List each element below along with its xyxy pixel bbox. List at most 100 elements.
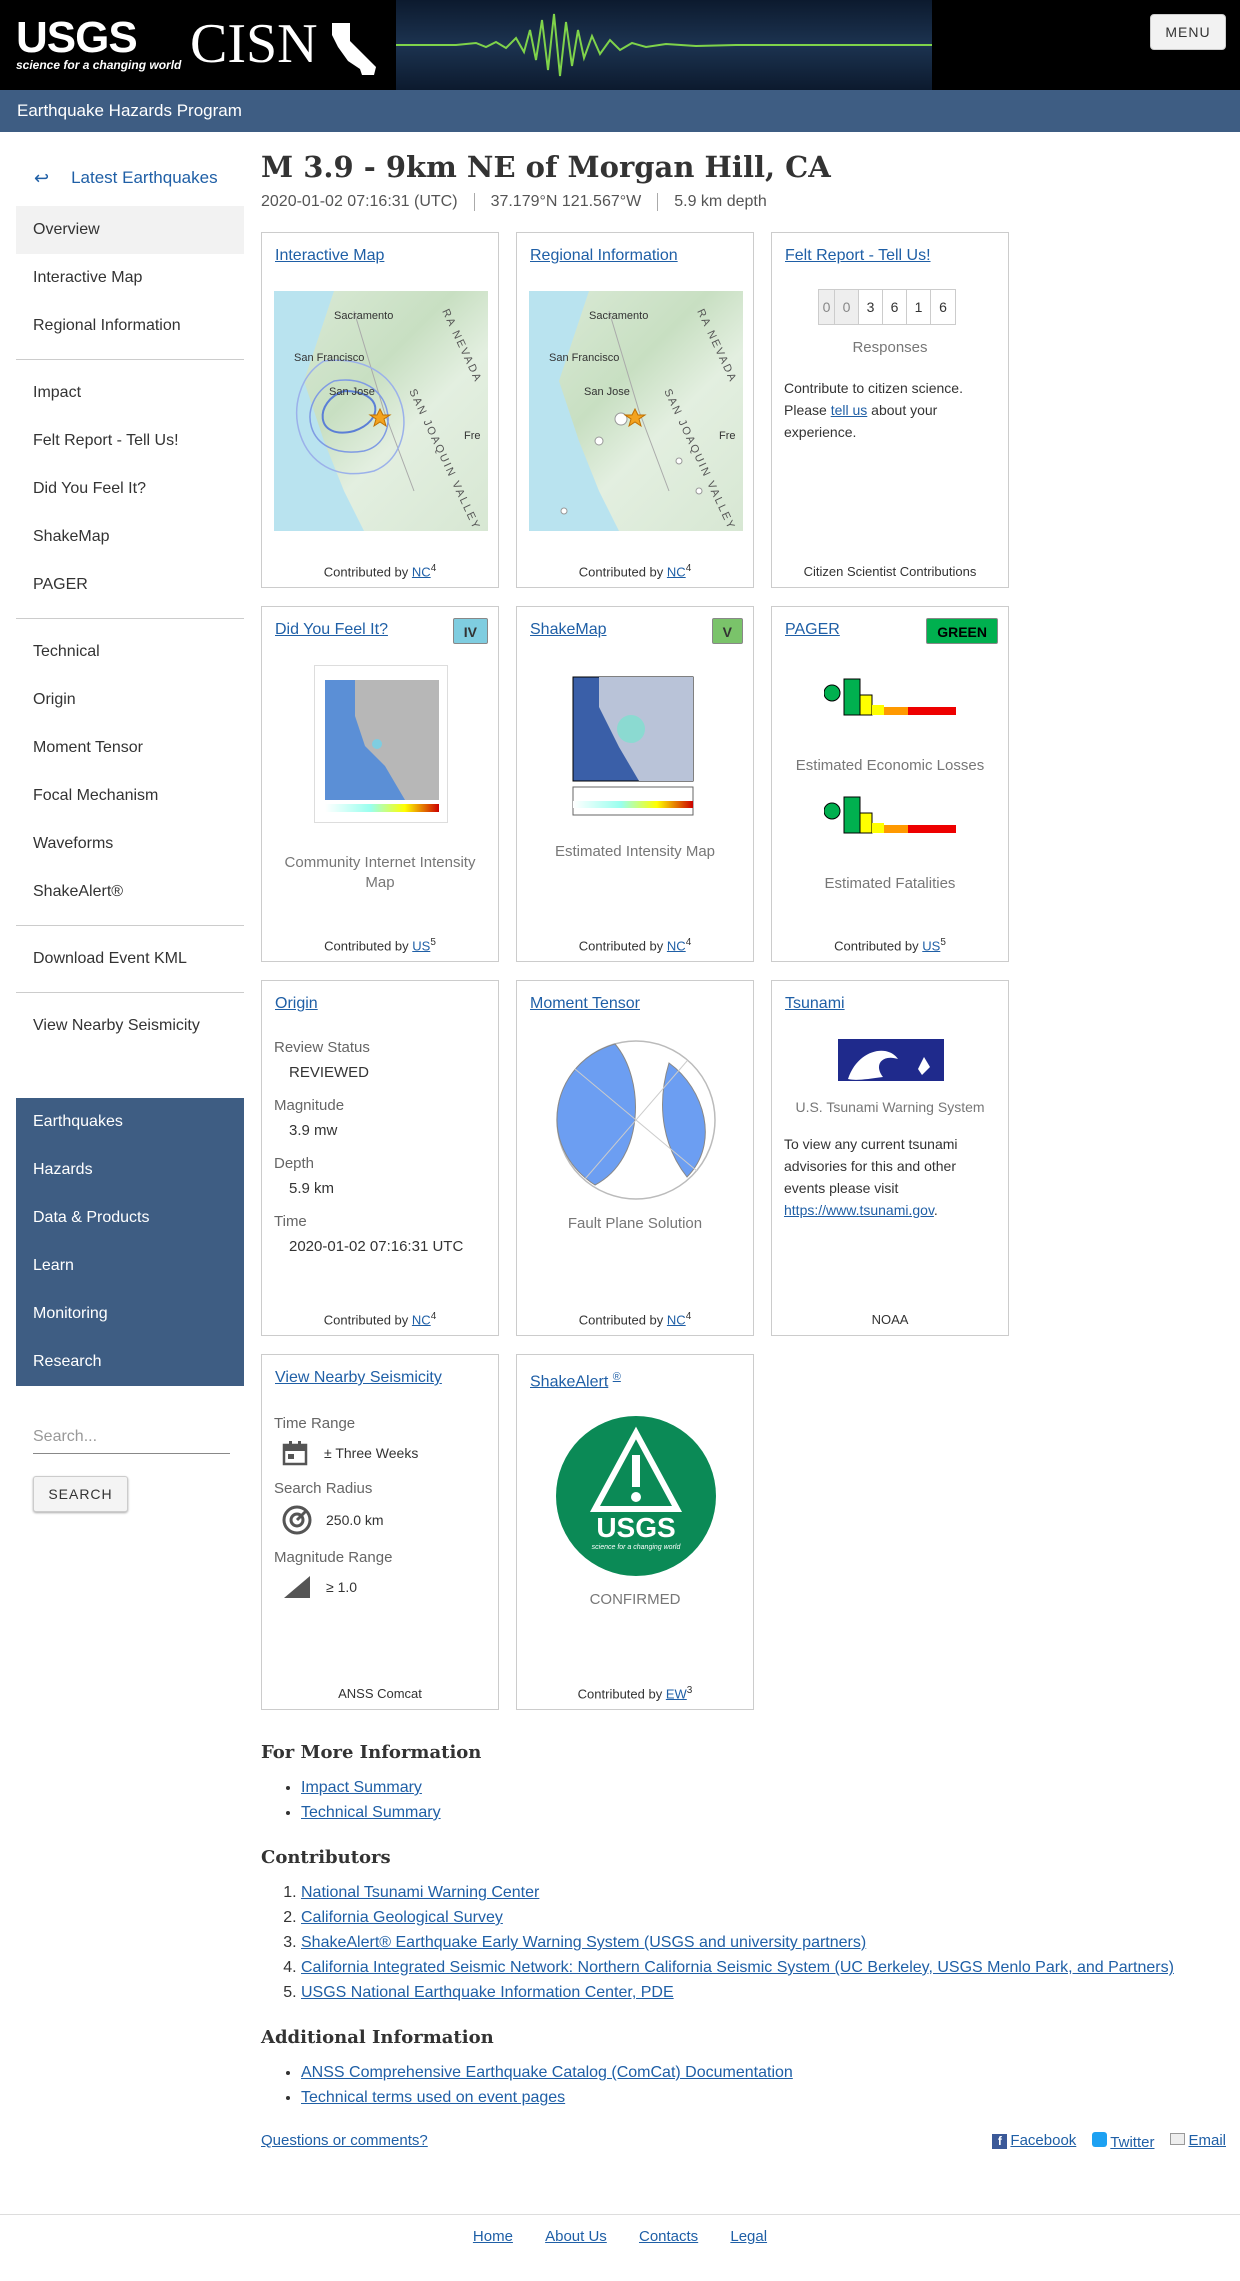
email-label[interactable]: Email (1188, 2132, 1226, 2149)
card-title[interactable]: Tsunami (785, 995, 845, 1013)
sidebar-item-technical[interactable]: Technical (16, 628, 244, 676)
search-button[interactable]: SEARCH (33, 1476, 128, 1512)
technical-summary-link[interactable]: Technical Summary (301, 1804, 441, 1821)
usgs-logo-word: USGS (16, 13, 138, 62)
nearby-row: 250.0 km (282, 1505, 484, 1535)
sidebar-divider (16, 992, 244, 993)
sidebar-item-shakealert[interactable]: ShakeAlert® (16, 868, 244, 916)
cisn-logo[interactable]: CISN (190, 14, 380, 77)
sidebar-item-regional-information[interactable]: Regional Information (16, 302, 244, 350)
sidebar-item-focal-mechanism[interactable]: Focal Mechanism (16, 772, 244, 820)
sidebar-item-pager[interactable]: PAGER (16, 561, 244, 609)
facebook-label[interactable]: Facebook (1010, 2132, 1076, 2149)
contributor-link[interactable]: National Tsunami Warning Center (301, 1884, 539, 1901)
card-title[interactable]: ShakeAlert ® (530, 1371, 621, 1391)
sidebar-item-shakemap[interactable]: ShakeMap (16, 513, 244, 561)
tell-us-link[interactable]: tell us (831, 402, 868, 418)
contrib-network[interactable]: EW (666, 1686, 687, 1701)
contrib-network[interactable]: NC (667, 938, 686, 953)
nearby-details: Time Range ± Three Weeks Search Radius 2… (274, 1415, 484, 1600)
card-footer: ANSS Comcat (338, 1686, 422, 1701)
site-nav-research[interactable]: Research (16, 1338, 244, 1386)
card-felt-report[interactable]: Felt Report - Tell Us! 0 0 3 6 1 6 Respo… (771, 232, 1009, 588)
contrib-network[interactable]: US (412, 938, 430, 953)
card-footer: Contributed by US5 (772, 937, 1008, 953)
card-nearby-seismicity[interactable]: View Nearby Seismicity Time Range ± Thre… (261, 1354, 499, 1710)
sidebar-item-origin[interactable]: Origin (16, 676, 244, 724)
card-title[interactable]: ShakeMap (530, 621, 607, 639)
site-nav-learn[interactable]: Learn (16, 1242, 244, 1290)
sidebar-item-nearby-seismicity[interactable]: View Nearby Seismicity (16, 1002, 244, 1050)
sidebar-item-dyfi[interactable]: Did You Feel It? (16, 465, 244, 513)
card-title[interactable]: Origin (275, 995, 318, 1013)
footer-legal-link[interactable]: Legal (730, 2228, 767, 2245)
card-origin[interactable]: Origin Review Status REVIEWED Magnitude … (261, 980, 499, 1336)
contrib-network[interactable]: NC (667, 564, 686, 579)
shakealert-title[interactable]: ShakeAlert (530, 1373, 608, 1390)
search-input[interactable]: Search... (33, 1420, 230, 1454)
card-title[interactable]: Interactive Map (275, 247, 384, 265)
site-nav-data-products[interactable]: Data & Products (16, 1194, 244, 1242)
card-shakemap[interactable]: ShakeMap V Estimated Intensity Map Contr… (516, 606, 754, 962)
card-title[interactable]: Moment Tensor (530, 995, 640, 1013)
card-title[interactable]: Felt Report - Tell Us! (785, 247, 931, 265)
tsunami-gov-link[interactable]: https://www.tsunami.gov (784, 1202, 934, 1218)
card-footer: Contributed by NC4 (517, 1311, 753, 1327)
card-regional-information[interactable]: Regional Information Sacramento San Fran… (516, 232, 754, 588)
contrib-network[interactable]: US (922, 938, 940, 953)
dyfi-map-thumbnail[interactable] (314, 665, 448, 823)
card-footer: Contributed by NC4 (262, 563, 498, 579)
interactive-map-thumbnail[interactable]: Sacramento San Francisco San Jose SAN JO… (274, 291, 488, 531)
contributor-link[interactable]: California Integrated Seismic Network: N… (301, 1959, 1174, 1976)
facebook-link[interactable]: f Facebook (992, 2132, 1076, 2151)
site-nav: Earthquakes Hazards Data & Products Lear… (16, 1098, 244, 1386)
card-tsunami[interactable]: Tsunami U.S. Tsunami Warning System To v… (771, 980, 1009, 1336)
card-interactive-map[interactable]: Interactive Map Sacramento San Francisco… (261, 232, 499, 588)
sidebar-item-moment-tensor[interactable]: Moment Tensor (16, 724, 244, 772)
sidebar-item-felt-report[interactable]: Felt Report - Tell Us! (16, 417, 244, 465)
card-title[interactable]: PAGER (785, 621, 840, 639)
impact-summary-link[interactable]: Impact Summary (301, 1779, 422, 1796)
sidebar-item-interactive-map[interactable]: Interactive Map (16, 254, 244, 302)
contrib-network[interactable]: NC (412, 1312, 431, 1327)
sidebar-item-download-kml[interactable]: Download Event KML (16, 935, 244, 983)
email-link[interactable]: Email (1170, 2132, 1226, 2151)
technical-terms-link[interactable]: Technical terms used on event pages (301, 2089, 565, 2106)
contrib-network[interactable]: NC (412, 564, 431, 579)
map-label-nevada: RA NEVADA (694, 307, 739, 385)
footer-about-link[interactable]: About Us (545, 2228, 607, 2245)
site-nav-hazards[interactable]: Hazards (16, 1146, 244, 1194)
nearby-row: ≥ 1.0 (282, 1574, 484, 1600)
card-title[interactable]: Regional Information (530, 247, 678, 265)
usgs-logo[interactable]: USGS science for a changing world (16, 13, 181, 73)
latest-earthquakes-link[interactable]: ↩ Latest Earthquakes (16, 150, 244, 206)
program-title[interactable]: Earthquake Hazards Program (0, 90, 1240, 132)
regional-map-thumbnail[interactable]: Sacramento San Francisco San Jose SAN JO… (529, 291, 743, 531)
card-dyfi[interactable]: Did You Feel It? IV Community Internet I… (261, 606, 499, 962)
contrib-network[interactable]: NC (667, 1312, 686, 1327)
sidebar-item-overview[interactable]: Overview (16, 206, 244, 254)
site-nav-earthquakes[interactable]: Earthquakes (16, 1098, 244, 1146)
card-pager[interactable]: PAGER GREEN Estimated Economic Losses Es… (771, 606, 1009, 962)
sidebar-item-impact[interactable]: Impact (16, 369, 244, 417)
sidebar-item-waveforms[interactable]: Waveforms (16, 820, 244, 868)
card-title[interactable]: Did You Feel It? (275, 621, 388, 639)
contributor-link[interactable]: California Geological Survey (301, 1909, 503, 1926)
card-title[interactable]: View Nearby Seismicity (275, 1369, 442, 1387)
twitter-link[interactable]: Twitter (1092, 2132, 1154, 2151)
contributor-link[interactable]: ShakeAlert® Earthquake Early Warning Sys… (301, 1934, 866, 1951)
footer-home-link[interactable]: Home (473, 2228, 513, 2245)
contributor-link[interactable]: USGS National Earthquake Information Cen… (301, 1984, 674, 2001)
questions-link[interactable]: Questions or comments? (261, 2132, 428, 2149)
footer-contacts-link[interactable]: Contacts (639, 2228, 698, 2245)
comcat-documentation-link[interactable]: ANSS Comprehensive Earthquake Catalog (C… (301, 2064, 793, 2081)
map-label-san-jose: San Jose (329, 386, 375, 398)
card-shakealert[interactable]: ShakeAlert ® USGS science for a changing… (516, 1354, 754, 1710)
twitter-label[interactable]: Twitter (1110, 2134, 1154, 2151)
menu-button[interactable]: MENU (1150, 14, 1226, 50)
site-nav-monitoring[interactable]: Monitoring (16, 1290, 244, 1338)
shakemap-thumbnail[interactable] (569, 667, 701, 819)
card-moment-tensor[interactable]: Moment Tensor Fault Plane Solution Contr… (516, 980, 754, 1336)
contrib-label: Contributed by (577, 1686, 666, 1701)
contrib-ref: 4 (685, 562, 692, 574)
